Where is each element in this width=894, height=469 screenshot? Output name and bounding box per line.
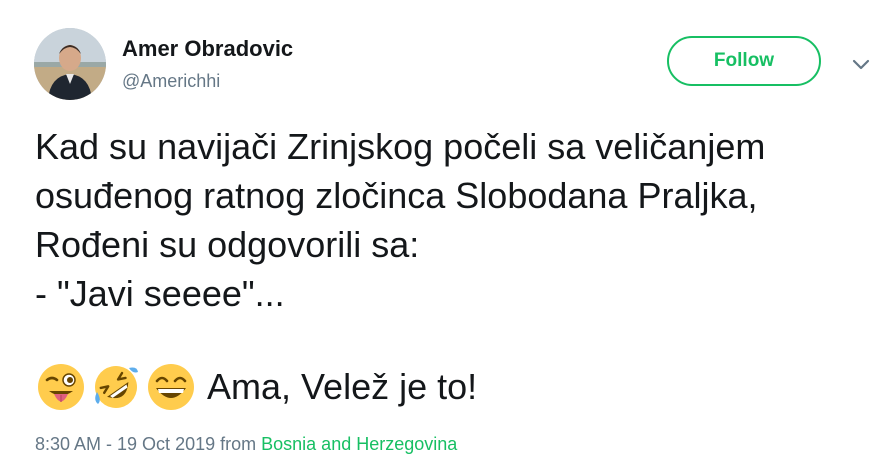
grinning-squinting-face-icon: [146, 362, 196, 412]
tweet-line: - "Javi seeee"...: [35, 273, 285, 314]
tweet-line: Kad su navijači Zrinjskog počeli sa veli…: [35, 126, 766, 167]
emoji-line: Ama, Velež je to!: [36, 361, 477, 413]
tweet-location-link[interactable]: Bosnia and Herzegovina: [261, 434, 457, 454]
rolling-on-the-floor-laughing-icon: [91, 362, 141, 412]
tweet-card: Amer Obradovic @Americhhi Follow Kad su …: [0, 0, 894, 469]
winking-face-with-tongue-icon: [36, 362, 86, 412]
tweet-line: Rođeni su odgovorili sa:: [35, 224, 420, 265]
tweet-text: Kad su navijači Zrinjskog počeli sa veli…: [35, 122, 885, 318]
tweet-line: osuđenog ratnog zločinca Slobodana Pralj…: [35, 175, 758, 216]
avatar[interactable]: [34, 28, 106, 100]
tweet-timestamp[interactable]: 8:30 AM - 19 Oct 2019: [35, 434, 215, 454]
tweet-metadata: 8:30 AM - 19 Oct 2019 from Bosnia and He…: [35, 432, 457, 456]
from-label: from: [220, 434, 257, 454]
user-name[interactable]: Amer Obradovic: [122, 36, 293, 62]
user-handle[interactable]: @Americhhi: [122, 70, 220, 92]
follow-button[interactable]: Follow: [667, 36, 821, 86]
tweet-closing-text: Ama, Velež je to!: [207, 366, 478, 407]
chevron-down-icon[interactable]: [846, 50, 876, 80]
